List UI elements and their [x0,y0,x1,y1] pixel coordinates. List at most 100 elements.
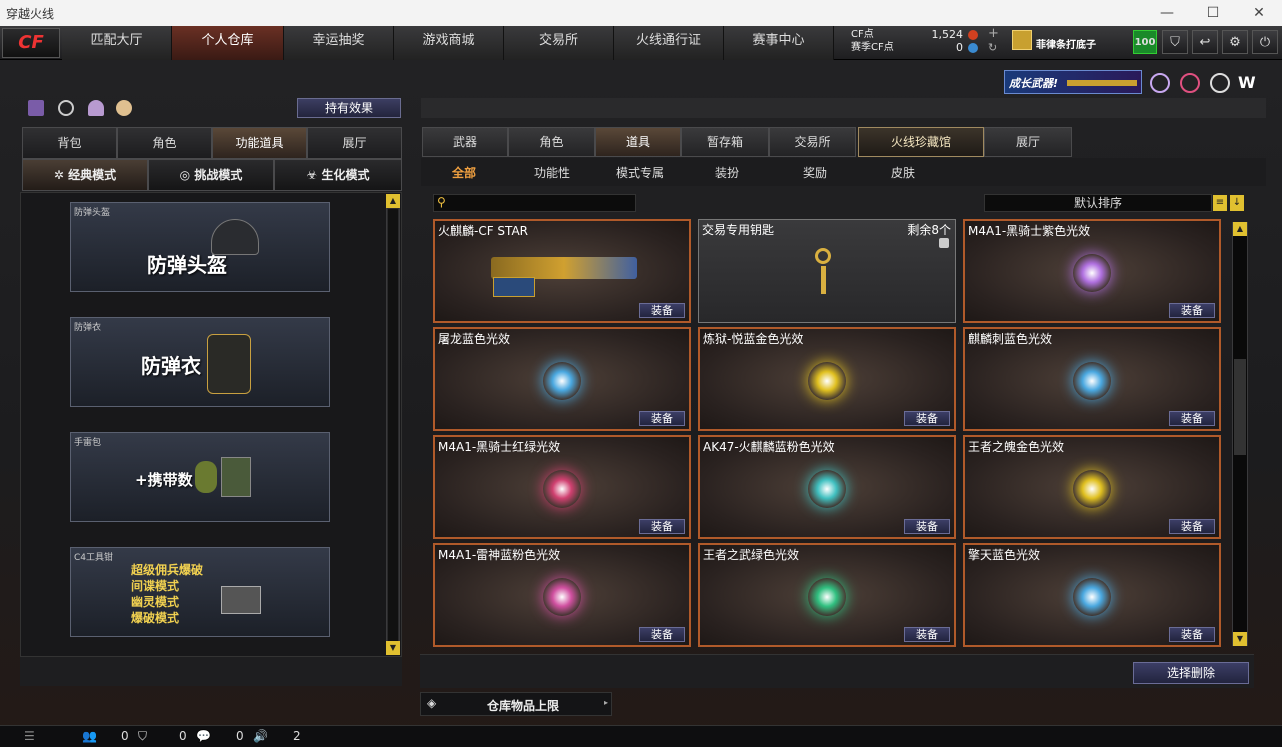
equip-button[interactable]: 装备 [639,519,685,534]
settings-gear-icon[interactable]: ⚙ [1222,30,1248,54]
power-icon[interactable]: ⏻ [1252,30,1278,54]
chat-icon[interactable]: 💬 [196,729,211,743]
equip-button[interactable]: 装备 [1169,519,1215,534]
item-card[interactable]: 屠龙蓝色光效 装备 [433,327,691,431]
growth-weapon-banner[interactable]: 成长武器! [1004,70,1142,94]
mode-challenge[interactable]: ◎ 挑战模式 [148,159,274,191]
search-input[interactable]: ⚲ [433,194,636,212]
card-helmet[interactable]: 防弹头盔 防弹头盔 [70,202,330,292]
tab-backpack[interactable]: 背包 [22,127,117,159]
item-card[interactable]: 火麒麟-CF STAR 装备 [433,219,691,323]
left-scroll-down-icon[interactable]: ▼ [386,641,400,655]
item-card[interactable]: M4A1-黑骑士紫色光效 装备 [963,219,1221,323]
nav-tab-pass[interactable]: 火线通行证 [614,26,724,60]
subtab-rewards[interactable]: 奖励 [803,162,827,184]
item-card[interactable]: M4A1-雷神蓝粉色光效 装备 [433,543,691,647]
right-footer [420,654,1254,688]
sort-dropdown[interactable]: 默认排序 [984,194,1212,212]
level-badge[interactable]: 100 [1133,30,1157,54]
equip-button[interactable]: 装备 [1169,627,1215,642]
sort-order-icon[interactable]: ↓ [1230,195,1244,211]
tab-exchange[interactable]: 交易所 [769,127,856,157]
nav-tab-shop[interactable]: 游戏商城 [394,26,504,60]
back-icon[interactable]: ↩ [1192,30,1218,54]
item-card[interactable]: 麒麟刺蓝色光效 装备 [963,327,1221,431]
equip-button[interactable]: 装备 [639,303,685,318]
item-card[interactable]: 炼狱-悦蓝金色光效 装备 [698,327,956,431]
mode-classic[interactable]: ✲ 经典模式 [22,159,148,191]
mode-classic-label: 经典模式 [68,168,117,182]
badge-shield-icon[interactable] [1150,73,1170,93]
right-scrollbar-thumb[interactable] [1234,359,1246,455]
equip-button[interactable]: 装备 [639,411,685,426]
refresh-icon[interactable]: ↻ [988,41,997,54]
tab-storage-box[interactable]: 暂存箱 [681,127,769,157]
capacity-bar[interactable]: ◈ 仓库物品上限 ▸ [420,692,612,716]
add-cf-icon[interactable]: + [988,26,999,41]
badge-globe-icon[interactable] [1180,73,1200,93]
tab-function-items[interactable]: 功能道具 [212,127,307,159]
cf-logo[interactable]: CF [2,28,60,58]
tab-right-gallery[interactable]: 展厅 [984,127,1072,157]
item-card[interactable]: AK47-火麒麟蓝粉色光效 装备 [698,435,956,539]
select-delete-button[interactable]: 选择删除 [1133,662,1249,684]
left-scroll-up-icon[interactable]: ▲ [386,194,400,208]
left-scrollbar[interactable] [386,194,400,655]
card-vest[interactable]: 防弹衣 防弹衣 [70,317,330,407]
friends-icon[interactable]: 👥 [82,729,97,743]
bag-icon[interactable] [116,100,132,116]
item-card[interactable]: 擎天蓝色光效 装备 [963,543,1221,647]
item-card[interactable]: 王者之魄金色光效 装备 [963,435,1221,539]
equip-button[interactable]: 装备 [1169,411,1215,426]
badge-skull-icon[interactable] [1210,73,1230,93]
username[interactable]: 菲律条打底子 [1036,36,1096,51]
history-icon[interactable] [58,100,74,116]
equip-button[interactable]: 装备 [904,519,950,534]
guild-shield-icon[interactable]: ⛉ [138,729,147,744]
close-button[interactable]: ✕ [1236,0,1282,26]
item-card[interactable]: M4A1-黑骑士红绿光效 装备 [433,435,691,539]
subtab-outfit[interactable]: 装扮 [715,162,739,184]
tab-gallery[interactable]: 展厅 [307,127,402,159]
subtab-all[interactable]: 全部 [452,162,476,184]
hold-effect-button[interactable]: 持有效果 [297,98,401,118]
subtab-skins[interactable]: 皮肤 [891,162,915,184]
menu-list-icon[interactable]: ☰ [24,729,35,743]
tab-items[interactable]: 道具 [595,127,681,157]
right-scroll-up-icon[interactable]: ▲ [1233,222,1247,236]
equip-button[interactable]: 装备 [904,627,950,642]
nav-tab-events[interactable]: 赛事中心 [724,26,834,60]
nav-tab-match-lobby[interactable]: 匹配大厅 [62,26,172,60]
subtab-mode-exclusive[interactable]: 模式专属 [616,162,664,184]
tab-weapon[interactable]: 武器 [422,127,508,157]
badge-w-icon[interactable]: W [1238,73,1258,93]
nav-tab-warehouse[interactable]: 个人仓库 [172,26,284,60]
item-card[interactable]: 交易专用钥匙 剩余8个 [698,219,956,323]
list-view-icon[interactable]: ≡ [1213,195,1227,211]
left-scrollbar-thumb[interactable] [388,209,398,641]
nav-tab-exchange[interactable]: 交易所 [504,26,614,60]
right-scrollbar[interactable] [1232,222,1248,646]
volume-icon[interactable]: 🔊 [253,729,268,743]
equip-button[interactable]: 装备 [904,411,950,426]
stats-icon[interactable] [28,100,44,116]
right-scroll-down-icon[interactable]: ▼ [1233,632,1247,646]
card-c4-defuser[interactable]: C4工具钳 超级佣兵爆破 间谍模式 幽灵模式 爆破模式 [70,547,330,637]
mode-zombie[interactable]: ☣ 生化模式 [274,159,402,191]
subtab-functional[interactable]: 功能性 [534,162,570,184]
tab-role[interactable]: 角色 [508,127,595,157]
item-card[interactable]: 王者之武绿色光效 装备 [698,543,956,647]
cf-coin-icon [968,30,978,40]
key-icon [815,248,831,264]
tab-collection-hall[interactable]: 火线珍藏馆 [858,127,984,157]
shield-icon[interactable]: ⛉ [1162,30,1188,54]
equip-button[interactable]: 装备 [639,627,685,642]
equip-button[interactable]: 装备 [1169,303,1215,318]
character-icon[interactable] [88,100,104,116]
tab-character[interactable]: 角色 [117,127,212,159]
item-name: 麒麟刺蓝色光效 [968,332,1053,346]
minimize-button[interactable]: — [1144,0,1190,26]
maximize-button[interactable]: ☐ [1190,0,1236,26]
card-grenade-pack[interactable]: 手雷包 +携带数 [70,432,330,522]
nav-tab-lottery[interactable]: 幸运抽奖 [284,26,394,60]
